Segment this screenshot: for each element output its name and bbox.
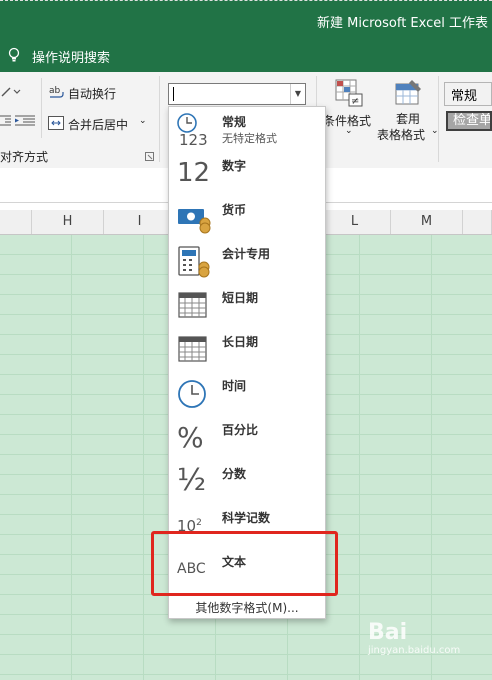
money-icon [175, 199, 213, 235]
menu-item-currency[interactable]: 货币 [169, 195, 325, 239]
menu-item-number[interactable]: 12 数字 [169, 151, 325, 195]
menu-item-label: 数字 [222, 159, 247, 173]
tell-me-bar: 操作说明搜索 [0, 40, 492, 72]
svg-text:ab: ab [49, 86, 61, 96]
menu-item-label: 分数 [222, 467, 247, 481]
clock-123-icon: 123 [175, 111, 213, 149]
ribbon-separator [438, 76, 439, 162]
clock-icon [175, 375, 213, 411]
window-title: 新建 Microsoft Excel 工作表 [317, 16, 488, 31]
menu-item-long-date[interactable]: 长日期 [169, 327, 325, 371]
watermark-logo: Bai [368, 620, 408, 645]
menu-item-label: 短日期 [222, 291, 259, 305]
merge-center-icon[interactable] [48, 116, 64, 133]
column-header-i[interactable]: I [104, 210, 176, 234]
column-header-m[interactable]: M [391, 210, 463, 234]
column-header[interactable] [463, 210, 492, 234]
menu-item-label: 科学记数 [222, 511, 271, 525]
fraction-icon: ½ [177, 463, 207, 498]
decrease-indent-icon[interactable] [0, 114, 12, 131]
menu-item-accounting[interactable]: 会计专用 [169, 239, 325, 283]
increase-indent-icon[interactable] [15, 114, 37, 131]
column-header-l[interactable]: L [319, 210, 391, 234]
wrap-text-button[interactable]: 自动换行 [68, 85, 116, 102]
column-header[interactable] [0, 210, 32, 234]
text-cursor [173, 87, 174, 101]
format-as-table-icon[interactable] [394, 78, 424, 111]
conditional-format-icon[interactable]: ≠ [334, 78, 364, 111]
cell-style-check[interactable]: 检查单元格 [446, 111, 492, 131]
number-icon: 12 [177, 158, 211, 188]
menu-item-label: 会计专用 [222, 247, 271, 261]
calculator-coins-icon [175, 243, 213, 279]
orientation-icon[interactable] [0, 84, 24, 103]
dialog-launcher-icon[interactable] [145, 150, 154, 164]
menu-item-label: 常规 [222, 115, 247, 129]
more-number-formats-link[interactable]: 其他数字格式(M)... [169, 595, 325, 620]
format-as-table-line2[interactable]: 表格格式 [377, 126, 425, 143]
watermark: Bai jingyan.baidu.com [368, 620, 460, 656]
percent-icon: % [177, 421, 204, 454]
column-header-h[interactable]: H [32, 210, 104, 234]
menu-item-label: 时间 [222, 379, 247, 393]
tell-me-search[interactable]: 操作说明搜索 [32, 47, 110, 66]
svg-text:≠: ≠ [351, 96, 359, 107]
chevron-down-icon[interactable]: ⌄ [345, 126, 353, 136]
watermark-text: jingyan.baidu.com [368, 645, 461, 656]
menu-item-short-date[interactable]: 短日期 [169, 283, 325, 327]
alignment-group-label: 对齐方式 [0, 150, 49, 164]
format-as-table-line1[interactable]: 套用 [396, 110, 420, 127]
merge-center-button[interactable]: 合并后居中 [68, 116, 128, 133]
menu-item-general[interactable]: 123 常规 无特定格式 [169, 107, 325, 151]
menu-item-sublabel: 无特定格式 [222, 132, 277, 145]
menu-item-fraction[interactable]: ½ 分数 [169, 459, 325, 503]
menu-item-percentage[interactable]: % 百分比 [169, 415, 325, 459]
number-format-input[interactable]: ▼ [168, 83, 306, 105]
wrap-text-icon[interactable]: ab [48, 84, 66, 103]
title-bar-border [0, 0, 492, 1]
lightbulb-icon[interactable] [8, 47, 20, 67]
highlight-box [151, 531, 338, 596]
menu-item-label: 货币 [222, 203, 247, 217]
title-bar: 新建 Microsoft Excel 工作表 [0, 0, 492, 40]
dropdown-arrow-icon[interactable]: ▼ [290, 84, 305, 104]
svg-text:123: 123 [179, 131, 208, 147]
calendar-icon [175, 287, 213, 323]
cell-style-normal[interactable]: 常规 [444, 82, 492, 106]
ribbon-separator [41, 78, 42, 138]
scientific-exponent: 2 [196, 518, 202, 528]
calendar-icon [175, 331, 213, 367]
ribbon-separator [159, 76, 160, 162]
menu-item-time[interactable]: 时间 [169, 371, 325, 415]
menu-item-label: 长日期 [222, 335, 259, 349]
menu-item-label: 百分比 [222, 423, 259, 437]
chevron-down-icon[interactable]: ⌄ [139, 116, 147, 126]
